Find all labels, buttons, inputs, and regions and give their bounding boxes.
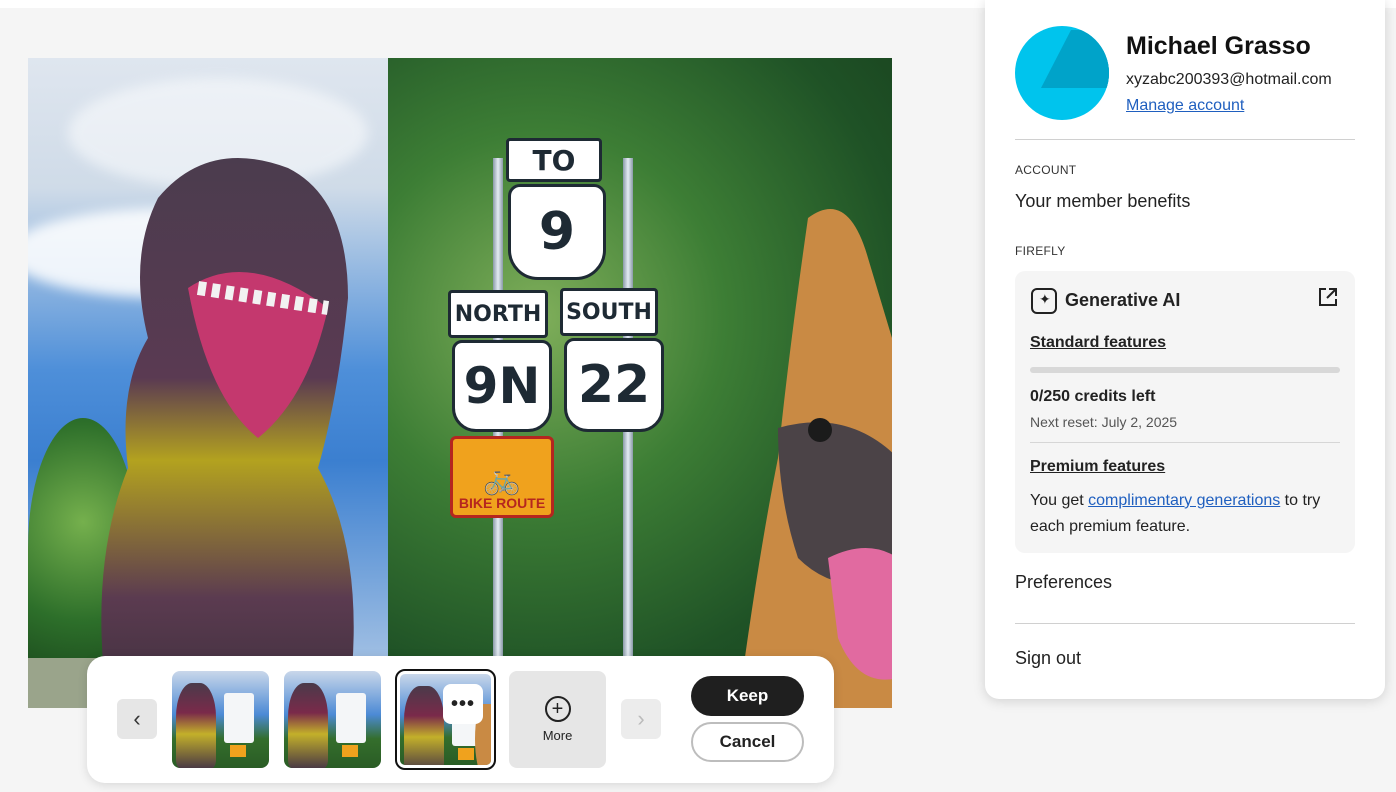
divider	[1015, 623, 1355, 624]
generated-image: TO 9 NORTH SOUTH 9N 22 🚲 BIKE ROUTE	[28, 58, 892, 708]
member-benefits-link[interactable]: Your member benefits	[1015, 191, 1190, 212]
avatar[interactable]	[1015, 26, 1109, 120]
premium-description: You get complimentary generations to try…	[1030, 488, 1340, 540]
thumb-dino	[288, 683, 328, 768]
sign-route-9: 9	[508, 184, 606, 280]
thumb-dino	[176, 683, 216, 768]
manage-account-link[interactable]: Manage account	[1126, 97, 1244, 115]
firefly-section-caption: FIREFLY	[1015, 244, 1066, 258]
account-section-caption: ACCOUNT	[1015, 163, 1077, 177]
plus-circle-icon: +	[544, 696, 571, 722]
sign-to: TO	[506, 138, 602, 182]
sign-route-22: 22	[564, 338, 664, 432]
thumb-bike-sign	[342, 745, 358, 757]
sign-south: SOUTH	[560, 288, 658, 336]
generative-ai-title: Generative AI	[1065, 290, 1181, 310]
more-options-button[interactable]: •••	[443, 684, 483, 724]
complimentary-generations-link[interactable]: complimentary generations	[1088, 492, 1280, 509]
sign-bike-route: 🚲 BIKE ROUTE	[450, 436, 554, 518]
premium-text-before: You get	[1030, 492, 1089, 509]
standard-features-link[interactable]: Standard features	[1030, 334, 1166, 352]
thumb-dino	[404, 686, 444, 765]
variation-thumbnail-2[interactable]	[284, 671, 381, 768]
avatar-shape	[1041, 30, 1109, 88]
thumb-bike-sign	[458, 748, 474, 760]
cancel-button[interactable]: Cancel	[691, 722, 804, 762]
variation-thumbnail-1[interactable]	[172, 671, 269, 768]
more-label: More	[542, 728, 573, 743]
keep-button[interactable]: Keep	[691, 676, 804, 716]
dinosaur-figure	[101, 158, 354, 708]
divider	[1015, 139, 1355, 140]
bike-icon: 🚲	[483, 463, 521, 496]
more-options-icon: •••	[450, 692, 475, 715]
chevron-right-icon: ›	[637, 706, 645, 731]
previous-button[interactable]: ‹	[117, 699, 157, 739]
next-button[interactable]: ›	[621, 699, 661, 739]
thumb-signs	[224, 693, 254, 743]
account-panel: Michael Grasso xyzabc200393@hotmail.com …	[985, 0, 1385, 699]
user-name: Michael Grasso	[1126, 32, 1311, 60]
card-divider	[1030, 442, 1340, 443]
external-link-svg	[1319, 288, 1337, 306]
preferences-link[interactable]: Preferences	[1015, 572, 1112, 593]
credits-left: 0/250 credits left	[1030, 388, 1156, 405]
generative-ai-card: Generative AI Standard features 0/250 cr…	[1015, 271, 1355, 553]
sign-route-9n: 9N	[452, 340, 552, 432]
bike-route-label: BIKE ROUTE	[458, 495, 546, 511]
sign-north: NORTH	[448, 290, 548, 338]
more-variations-button[interactable]: + More	[509, 671, 606, 768]
generative-ai-icon	[1031, 288, 1057, 314]
sign-post	[493, 158, 503, 708]
variations-toolbar: ‹ ••• + More › Keep Cancel	[87, 656, 834, 783]
thumb-bike-sign	[230, 745, 246, 757]
external-link-icon[interactable]	[1317, 286, 1339, 308]
next-reset: Next reset: July 2, 2025	[1030, 414, 1178, 430]
thumb-signs	[336, 693, 366, 743]
dog-figure	[738, 209, 892, 708]
variation-thumbnail-3[interactable]: •••	[395, 669, 496, 770]
chevron-left-icon: ‹	[133, 706, 141, 731]
credits-meter	[1030, 367, 1340, 373]
user-email: xyzabc200393@hotmail.com	[1126, 71, 1332, 88]
sign-post	[623, 158, 633, 708]
premium-features-link[interactable]: Premium features	[1030, 458, 1165, 476]
sign-out-link[interactable]: Sign out	[1015, 648, 1081, 669]
